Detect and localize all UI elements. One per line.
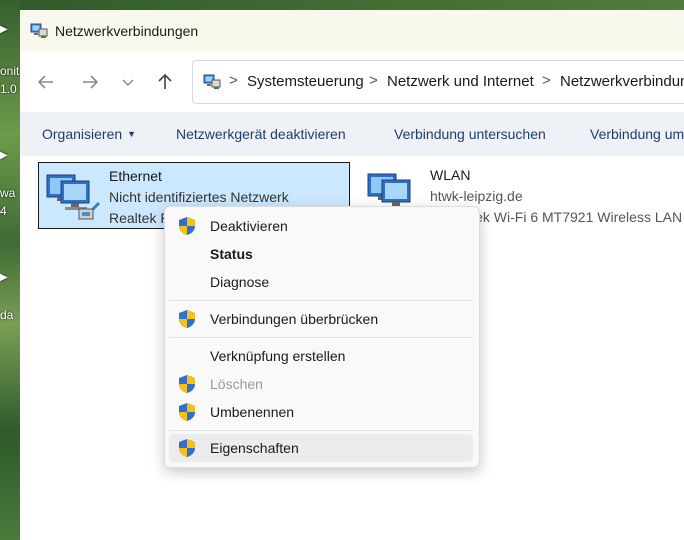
back-button[interactable] — [34, 70, 58, 94]
connection-status: Nicht identifiziertes Netzwerk — [109, 189, 289, 205]
menu-item-label: Verbindungen überbrücken — [210, 311, 379, 327]
desktop-arrow-icon: ▶ — [0, 272, 8, 283]
uac-shield-icon — [179, 375, 195, 393]
menu-item-rename[interactable]: Umbenennen — [169, 398, 473, 426]
menu-item-deactivate[interactable]: Deaktivieren — [169, 212, 473, 240]
breadcrumb-item[interactable]: Systemsteuerung — [247, 73, 364, 90]
menu-item-label: Status — [210, 246, 253, 262]
menu-separator — [169, 430, 473, 431]
desktop-arrow-icon: ▶ — [0, 150, 8, 161]
breadcrumb-item[interactable]: Netzwerkverbindungen — [560, 73, 684, 90]
menu-item-status[interactable]: Status — [169, 240, 473, 268]
desktop-label: onit — [0, 64, 20, 78]
connection-name: WLAN — [430, 167, 471, 183]
breadcrumb-item[interactable]: Netzwerk und Internet — [387, 73, 534, 90]
breadcrumb-separator[interactable]: > — [369, 72, 378, 89]
menu-separator — [169, 300, 473, 301]
desktop-arrow-icon: ▶ — [0, 24, 8, 35]
disable-device-button[interactable]: Netzwerkgerät deaktivieren — [176, 126, 346, 142]
chevron-down-icon — [122, 79, 134, 87]
desktop-label: 4 — [0, 204, 7, 218]
menu-item-label: Verknüpfung erstellen — [210, 348, 346, 364]
uac-shield-icon — [179, 439, 195, 457]
context-menu: Deaktivieren Status Diagnose Verbindunge… — [164, 206, 480, 468]
menu-item-bridge-connections[interactable]: Verbindungen überbrücken — [169, 305, 473, 333]
connection-status: htwk-leipzig.de — [430, 188, 523, 204]
menu-item-label: Umbenennen — [210, 404, 295, 420]
arrow-up-icon — [158, 73, 172, 89]
menu-item-label: Diagnose — [210, 274, 270, 290]
forward-button[interactable] — [78, 70, 102, 94]
menu-item-label: Löschen — [210, 376, 263, 392]
address-bar[interactable]: > Systemsteuerung > Netzwerk und Interne… — [192, 60, 684, 104]
navigation-bar: > Systemsteuerung > Netzwerk und Interne… — [20, 52, 684, 112]
arrow-left-icon — [37, 75, 53, 89]
menu-item-properties[interactable]: Eigenschaften — [169, 434, 473, 462]
network-connections-icon — [30, 23, 48, 38]
menu-item-create-shortcut[interactable]: Verknüpfung erstellen — [169, 342, 473, 370]
connection-name: Ethernet — [109, 168, 162, 184]
desktop-label: 1.0 — [0, 82, 17, 96]
rename-connection-button[interactable]: Verbindung umbenennen — [590, 126, 684, 142]
arrow-right-icon — [83, 75, 99, 89]
ethernet-adapter-icon — [46, 174, 101, 220]
up-button[interactable] — [153, 70, 177, 94]
uac-shield-icon — [179, 310, 195, 328]
breadcrumb-separator[interactable]: > — [542, 72, 551, 89]
menu-item-label: Deaktivieren — [210, 218, 288, 234]
diagnose-connection-button[interactable]: Verbindung untersuchen — [394, 126, 546, 142]
organize-label: Organisieren — [42, 126, 123, 142]
menu-item-label: Eigenschaften — [210, 440, 299, 456]
desktop-label: da — [0, 308, 14, 322]
command-bar: Organisieren ▼ Netzwerkgerät deaktivieren… — [20, 112, 684, 156]
menu-item-diagnose[interactable]: Diagnose — [169, 268, 473, 296]
window-title: Netzwerkverbindungen — [55, 23, 199, 39]
menu-separator — [169, 337, 473, 338]
uac-shield-icon — [179, 217, 195, 235]
caret-down-icon: ▼ — [127, 129, 137, 139]
menu-item-delete[interactable]: Löschen — [169, 370, 473, 398]
breadcrumb-separator[interactable]: > — [229, 72, 238, 89]
control-panel-icon — [203, 74, 221, 89]
organize-button[interactable]: Organisieren ▼ — [42, 126, 136, 142]
uac-shield-icon — [179, 403, 195, 421]
recent-locations-button[interactable] — [116, 70, 140, 94]
desktop-background: ▶ onit 1.0 ▶ wa 4 ▶ da — [0, 0, 20, 540]
desktop-label: wa — [0, 186, 16, 200]
title-bar[interactable]: Netzwerkverbindungen — [20, 10, 684, 52]
